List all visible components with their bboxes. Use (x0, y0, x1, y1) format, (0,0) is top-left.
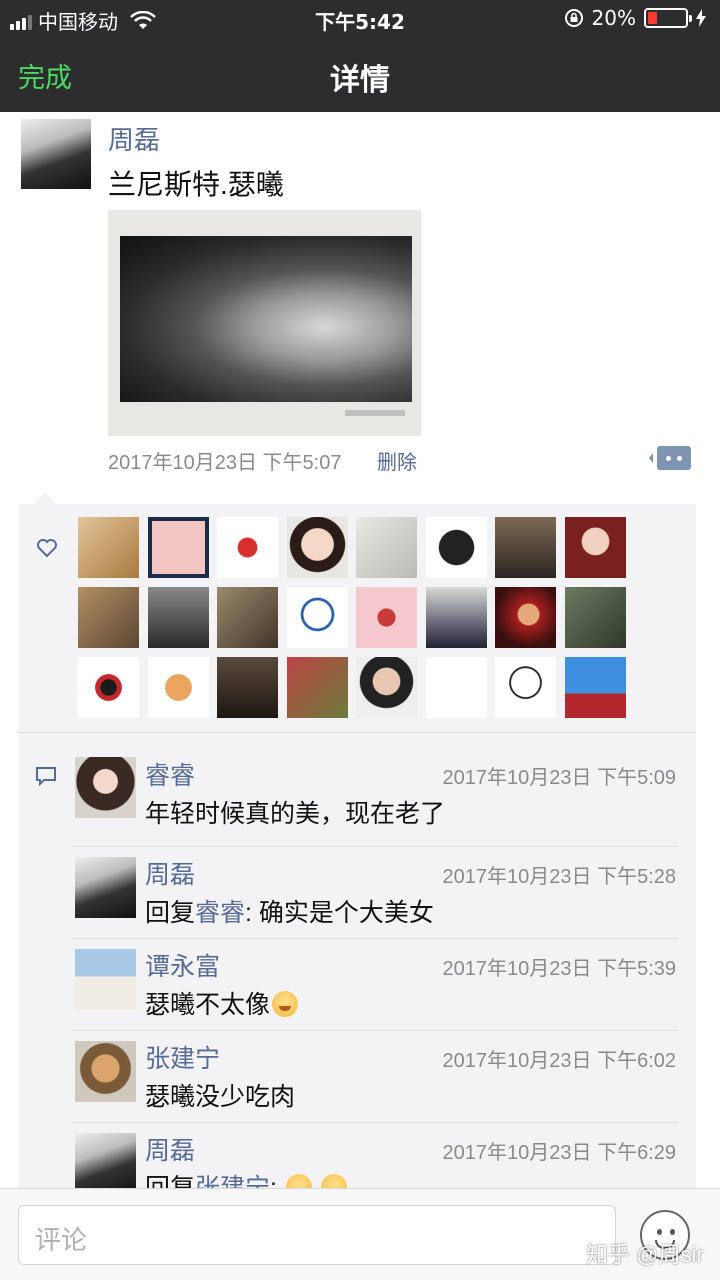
post-image[interactable] (108, 210, 421, 436)
comment-author[interactable]: 周磊 (145, 1131, 195, 1167)
like-avatar[interactable] (78, 587, 139, 648)
comment-author[interactable]: 谭永富 (145, 947, 220, 983)
comment-text: 回复睿睿: 确实是个大美女 (145, 899, 434, 927)
like-avatar[interactable] (287, 517, 348, 578)
like-avatar[interactable] (356, 587, 417, 648)
comment-time: 2017年10月23日 下午5:09 (442, 767, 676, 789)
comment-avatar[interactable] (75, 1041, 136, 1102)
reply-target[interactable]: 睿睿 (195, 899, 245, 927)
delete-button[interactable]: 删除 (377, 446, 417, 475)
post-timestamp: 2017年10月23日 下午5:07 (108, 452, 342, 474)
like-avatar[interactable] (217, 517, 278, 578)
comment-time: 2017年10月23日 下午5:28 (442, 866, 676, 888)
battery-percent: 20% (591, 6, 636, 30)
like-avatar[interactable] (78, 657, 139, 718)
comment-author[interactable]: 周磊 (145, 855, 195, 891)
comment-avatar[interactable] (75, 1133, 136, 1194)
like-avatar[interactable] (148, 517, 209, 578)
like-avatar[interactable] (148, 587, 209, 648)
like-avatar[interactable] (565, 657, 626, 718)
comment-avatar[interactable] (75, 949, 136, 1010)
like-avatar[interactable] (426, 517, 487, 578)
like-avatar[interactable] (148, 657, 209, 718)
comment-text: 瑟曦没少吃肉 (145, 1083, 296, 1111)
heart-icon (37, 539, 57, 558)
comment-text: 年轻时候真的美，现在老了 (145, 800, 446, 828)
like-avatar[interactable] (356, 517, 417, 578)
like-avatar[interactable] (565, 517, 626, 578)
comment-text: 瑟曦不太像 (145, 985, 299, 1021)
comment-author[interactable]: 睿睿 (145, 756, 195, 792)
charging-bolt-icon (696, 9, 706, 27)
author-avatar[interactable] (21, 119, 91, 189)
comment-author[interactable]: 张建宁 (145, 1039, 220, 1075)
like-avatar[interactable] (78, 517, 139, 578)
comment-input[interactable]: 评论 (18, 1205, 616, 1265)
battery-icon (644, 8, 692, 28)
emoji-icon (272, 991, 299, 1017)
like-avatar[interactable] (495, 517, 556, 578)
like-avatar[interactable] (356, 657, 417, 718)
rotation-lock-icon (564, 9, 583, 27)
comment-avatar[interactable] (75, 757, 136, 818)
like-avatar[interactable] (287, 587, 348, 648)
like-avatar[interactable] (495, 587, 556, 648)
comment-avatar[interactable] (75, 857, 136, 918)
post-text: 兰尼斯特.瑟曦 (108, 169, 284, 200)
status-bar: 中国移动 下午5:42 20% (0, 0, 720, 38)
like-avatar[interactable] (426, 657, 487, 718)
more-actions-icon[interactable] (649, 446, 691, 470)
comment-time: 2017年10月23日 下午6:02 (442, 1050, 676, 1072)
like-avatar[interactable] (495, 657, 556, 718)
comment-time: 2017年10月23日 下午6:29 (442, 1142, 676, 1164)
like-avatar[interactable] (426, 587, 487, 648)
like-avatar[interactable] (565, 587, 626, 648)
page-title: 详情 (330, 64, 390, 97)
watermark: 知乎 @周sir (586, 1242, 704, 1267)
comment-time: 2017年10月23日 下午5:39 (442, 958, 676, 980)
like-avatar[interactable] (217, 587, 278, 648)
like-avatar[interactable] (287, 657, 348, 718)
navigation-header: 中国移动 下午5:42 20% 完成 详情 (0, 0, 720, 112)
like-avatar[interactable] (217, 657, 278, 718)
author-name[interactable]: 周磊 (108, 120, 160, 157)
comment-icon (36, 767, 56, 786)
